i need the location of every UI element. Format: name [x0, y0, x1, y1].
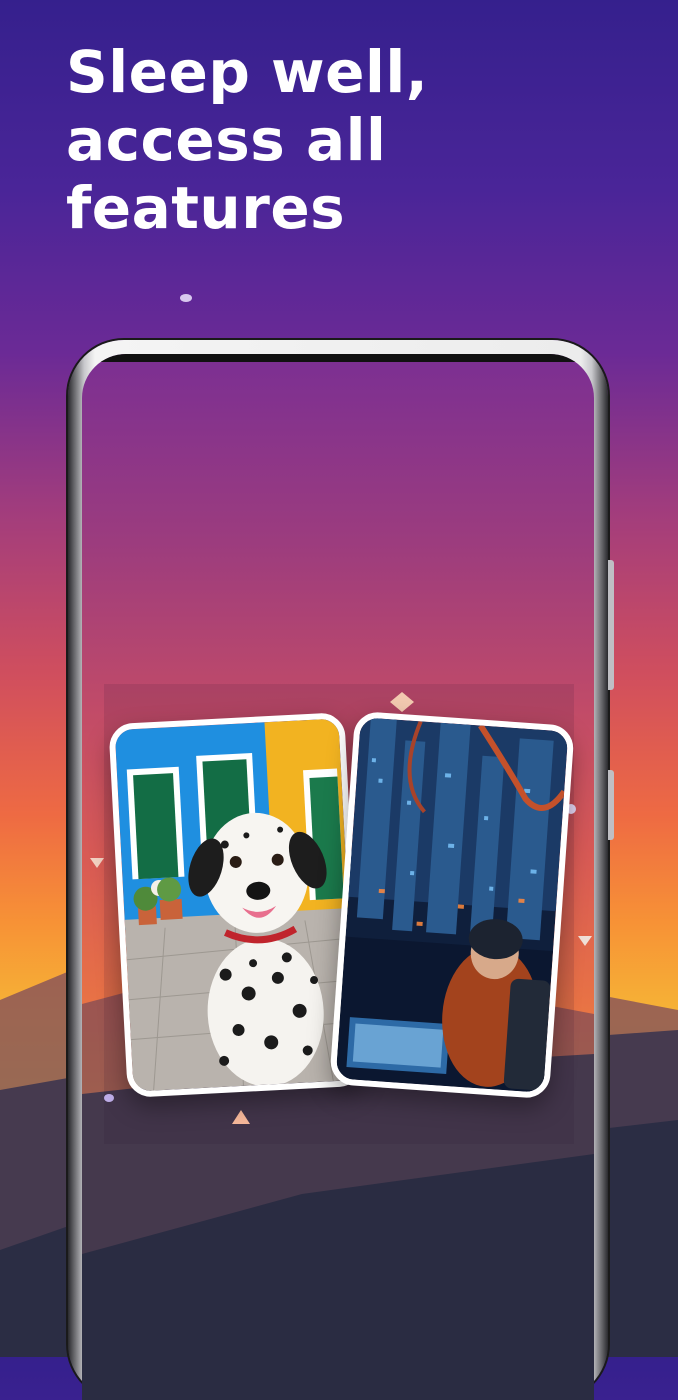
phone-side-button	[608, 770, 614, 840]
cyberpunk-hacker-image	[335, 717, 569, 1093]
cyberpunk-hacker-photo	[329, 710, 575, 1100]
confetti-dot	[104, 1094, 114, 1102]
page-headline: Sleep well, access all features	[66, 38, 678, 242]
confetti-triangle	[578, 936, 592, 946]
dalmatian-dog-image	[114, 718, 358, 1092]
confetti-diamond	[390, 692, 414, 712]
headline-line-1: Sleep well,	[66, 38, 429, 106]
dalmatian-dog-photo	[108, 712, 364, 1098]
confetti-triangle	[232, 1110, 250, 1124]
phone-side-button	[608, 560, 614, 690]
confetti-dot	[180, 294, 192, 302]
confetti-triangle	[90, 858, 104, 868]
headline-line-2: access all features	[66, 106, 387, 242]
